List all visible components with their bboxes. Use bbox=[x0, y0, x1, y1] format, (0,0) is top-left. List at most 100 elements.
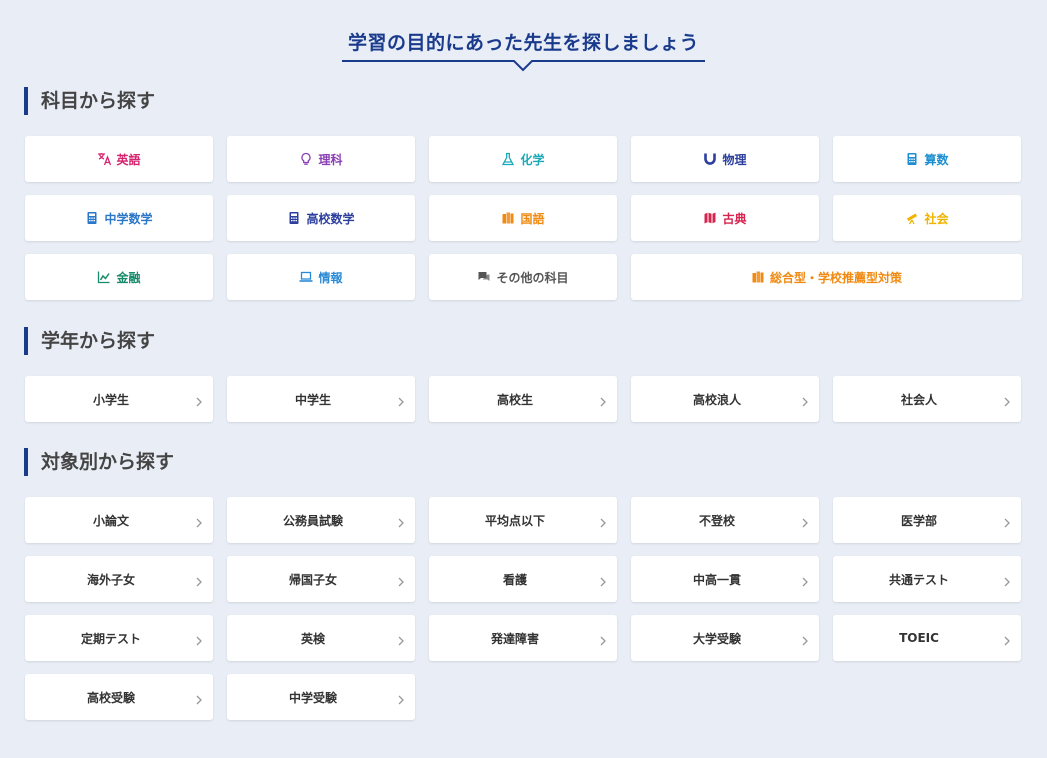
purpose-card[interactable]: 定期テスト bbox=[25, 615, 213, 661]
subject-card-finance[interactable]: 金融 bbox=[25, 254, 213, 300]
card-label: 理科 bbox=[318, 152, 343, 167]
grade-grid: 小学生 中学生 高校生 高校浪人 社会人 bbox=[25, 376, 1023, 435]
subject-card-english[interactable]: 英語 bbox=[25, 136, 213, 182]
grade-card[interactable]: 中学生 bbox=[227, 376, 415, 422]
chevron-right-icon bbox=[196, 397, 202, 407]
subject-card-junior-high-math[interactable]: 中学数学 bbox=[25, 195, 213, 241]
purpose-card[interactable]: 大学受験 bbox=[631, 615, 819, 661]
purpose-card[interactable]: 不登校 bbox=[631, 497, 819, 543]
purpose-card[interactable]: 医学部 bbox=[833, 497, 1021, 543]
grade-card[interactable]: 高校生 bbox=[429, 376, 617, 422]
card-label: 情報 bbox=[318, 270, 343, 285]
chevron-right-icon bbox=[600, 636, 606, 646]
purpose-card[interactable]: 看護 bbox=[429, 556, 617, 602]
card-label: 金融 bbox=[116, 270, 141, 285]
purpose-card[interactable]: 中学受験 bbox=[227, 674, 415, 720]
card-label: 大学受験 bbox=[692, 631, 741, 646]
chevron-right-icon bbox=[600, 577, 606, 587]
subject-card-arithmetic[interactable]: 算数 bbox=[833, 136, 1021, 182]
chevron-right-icon bbox=[1004, 636, 1010, 646]
card-label: 小学生 bbox=[92, 392, 129, 407]
main-title-block: 学習の目的にあった先生を探しましょう bbox=[342, 30, 705, 72]
subject-card-social-studies[interactable]: 社会 bbox=[833, 195, 1021, 241]
subject-card-comprehensive-admission[interactable]: 総合型・学校推薦型対策 bbox=[631, 254, 1022, 300]
subject-card-chemistry[interactable]: 化学 bbox=[429, 136, 617, 182]
purpose-card[interactable]: 英検 bbox=[227, 615, 415, 661]
translate-icon bbox=[97, 152, 112, 166]
subject-card-science[interactable]: 理科 bbox=[227, 136, 415, 182]
card-label: その他の科目 bbox=[496, 270, 569, 285]
chevron-right-icon bbox=[802, 636, 808, 646]
chevron-right-icon bbox=[398, 397, 404, 407]
telescope-icon bbox=[905, 211, 919, 225]
purpose-row: 海外子女 帰国子女 看護 中高一貫 共通テスト bbox=[25, 556, 1023, 602]
subject-card-other-subjects[interactable]: その他の科目 bbox=[429, 254, 617, 300]
map-icon bbox=[703, 211, 717, 225]
chevron-right-icon bbox=[398, 636, 404, 646]
purpose-row: 高校受験 中学受験 bbox=[25, 674, 1023, 720]
lightbulb-icon bbox=[299, 152, 313, 166]
chevron-right-icon bbox=[802, 397, 808, 407]
calculator-icon bbox=[287, 211, 301, 225]
chevron-right-icon bbox=[398, 518, 404, 528]
subject-card-japanese[interactable]: 国語 bbox=[429, 195, 617, 241]
card-label: 中学受験 bbox=[288, 690, 337, 705]
magnet-icon bbox=[703, 152, 717, 166]
title-underline-pointer bbox=[342, 60, 705, 72]
subject-card-classics[interactable]: 古典 bbox=[631, 195, 819, 241]
card-label: 定期テスト bbox=[80, 631, 141, 646]
chevron-right-icon bbox=[196, 577, 202, 587]
subject-card-physics[interactable]: 物理 bbox=[631, 136, 819, 182]
grade-card[interactable]: 社会人 bbox=[833, 376, 1021, 422]
subject-grid: 英語 理科 化学 物理 算数 中学数学 高校数学 国語 古典 社会 金融 情報 … bbox=[25, 136, 1023, 313]
card-label: 高校数学 bbox=[306, 211, 355, 226]
chevron-right-icon bbox=[1004, 518, 1010, 528]
card-label: 平均点以下 bbox=[484, 513, 545, 528]
card-label: 看護 bbox=[502, 572, 527, 587]
card-label: 高校生 bbox=[496, 392, 533, 407]
books-icon bbox=[751, 270, 765, 284]
card-label: 海外子女 bbox=[86, 572, 135, 587]
card-label: 高校受験 bbox=[86, 690, 135, 705]
card-label: 医学部 bbox=[900, 513, 937, 528]
chevron-right-icon bbox=[196, 636, 202, 646]
purpose-card[interactable]: 海外子女 bbox=[25, 556, 213, 602]
card-label: 共通テスト bbox=[888, 572, 949, 587]
card-label: 国語 bbox=[520, 211, 545, 226]
purpose-card[interactable]: 高校受験 bbox=[25, 674, 213, 720]
card-label: 化学 bbox=[520, 152, 545, 167]
flask-icon bbox=[501, 152, 515, 166]
purpose-card[interactable]: 発達障害 bbox=[429, 615, 617, 661]
grade-card[interactable]: 高校浪人 bbox=[631, 376, 819, 422]
purpose-row: 小論文 公務員試験 平均点以下 不登校 医学部 bbox=[25, 497, 1023, 543]
calculator-icon bbox=[85, 211, 99, 225]
card-label: 中高一貫 bbox=[692, 572, 741, 587]
chart-icon bbox=[97, 270, 111, 284]
purpose-card[interactable]: TOEIC bbox=[833, 615, 1021, 661]
purpose-card[interactable]: 共通テスト bbox=[833, 556, 1021, 602]
purpose-row: 定期テスト 英検 発達障害 大学受験 TOEIC bbox=[25, 615, 1023, 661]
chat-icon bbox=[477, 270, 491, 284]
card-label: 高校浪人 bbox=[692, 392, 741, 407]
card-label: 物理 bbox=[722, 152, 747, 167]
section-heading-subject: 科目から探す bbox=[24, 87, 155, 115]
purpose-card[interactable]: 中高一貫 bbox=[631, 556, 819, 602]
card-label: 公務員試験 bbox=[282, 513, 343, 528]
chevron-right-icon bbox=[1004, 577, 1010, 587]
subject-card-informatics[interactable]: 情報 bbox=[227, 254, 415, 300]
main-title: 学習の目的にあった先生を探しましょう bbox=[347, 32, 699, 54]
card-label: 社会人 bbox=[900, 392, 937, 407]
chevron-right-icon bbox=[398, 577, 404, 587]
purpose-card[interactable]: 公務員試験 bbox=[227, 497, 415, 543]
purpose-card[interactable]: 帰国子女 bbox=[227, 556, 415, 602]
purpose-card[interactable]: 小論文 bbox=[25, 497, 213, 543]
laptop-icon bbox=[299, 270, 313, 284]
chevron-right-icon bbox=[600, 397, 606, 407]
chevron-right-icon bbox=[802, 577, 808, 587]
purpose-card[interactable]: 平均点以下 bbox=[429, 497, 617, 543]
card-label: TOEIC bbox=[899, 631, 939, 645]
subject-card-high-school-math[interactable]: 高校数学 bbox=[227, 195, 415, 241]
chevron-right-icon bbox=[1004, 397, 1010, 407]
card-label: 算数 bbox=[924, 152, 949, 167]
grade-card[interactable]: 小学生 bbox=[25, 376, 213, 422]
